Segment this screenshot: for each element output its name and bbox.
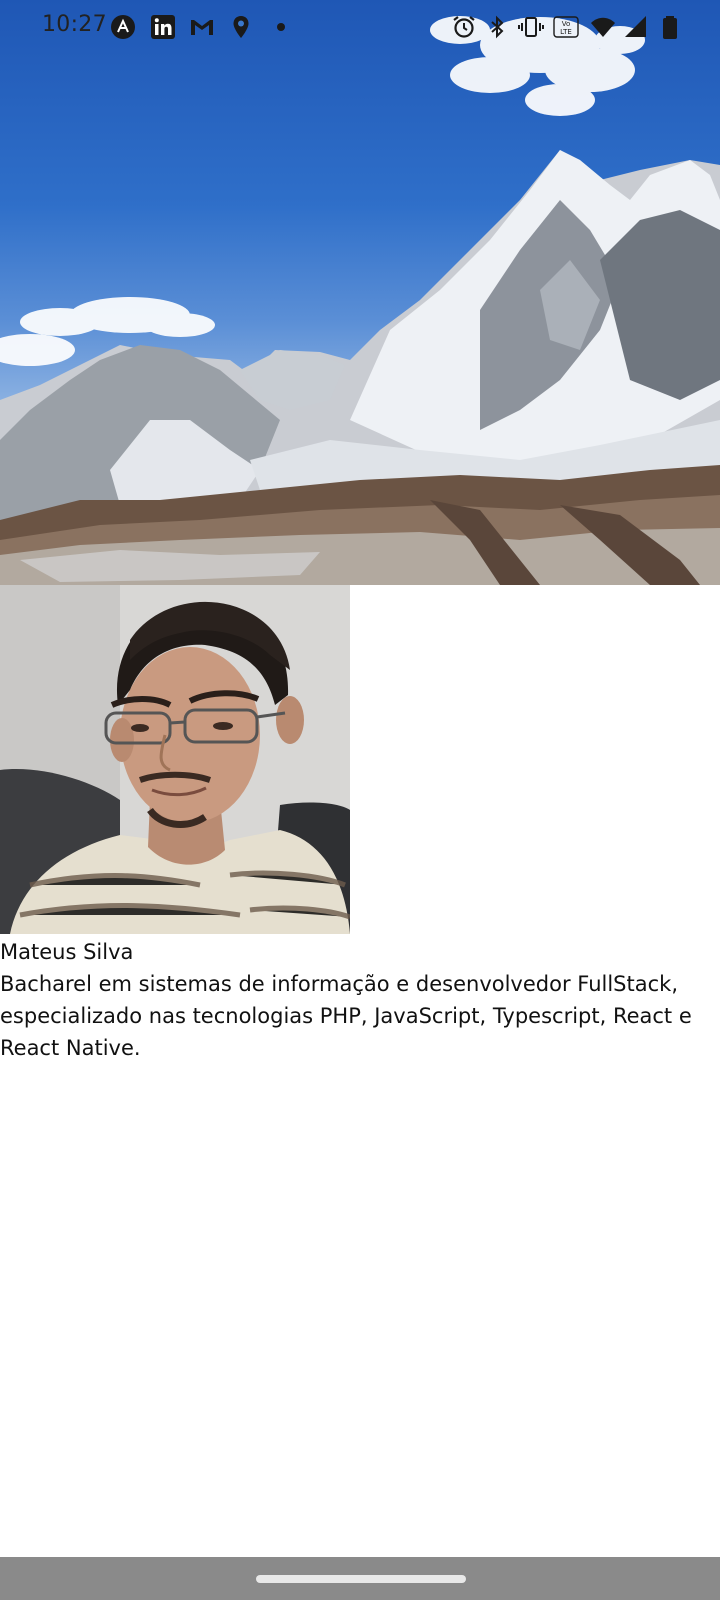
status-bar: 10:27 Vo LTE xyxy=(0,0,720,52)
mountain-landscape xyxy=(0,16,720,585)
home-gesture-handle[interactable] xyxy=(256,1575,466,1583)
bluetooth-icon xyxy=(484,14,510,40)
battery-icon xyxy=(657,14,683,40)
vibrate-icon xyxy=(518,14,544,40)
volte-icon: Vo LTE xyxy=(553,14,579,40)
gmail-icon xyxy=(189,14,215,40)
profile-name: Mateus Silva xyxy=(0,940,134,964)
profile-screen: 10:27 Vo LTE Mateus Silva Bacharel em si… xyxy=(0,0,720,1600)
svg-text:LTE: LTE xyxy=(560,28,572,36)
profile-bio: Bacharel em sistemas de informação e des… xyxy=(0,972,692,1060)
avatar xyxy=(0,585,350,934)
avatar-photo xyxy=(0,585,350,934)
location-icon xyxy=(228,14,254,40)
cover-image xyxy=(0,0,720,585)
svg-text:Vo: Vo xyxy=(562,20,571,28)
dot-icon xyxy=(268,14,294,40)
signal-icon xyxy=(623,14,649,40)
app-a-icon xyxy=(110,14,136,40)
linkedin-icon xyxy=(150,14,176,40)
wifi-icon xyxy=(590,14,616,40)
alarm-icon xyxy=(451,14,477,40)
clock: 10:27 xyxy=(42,12,107,37)
